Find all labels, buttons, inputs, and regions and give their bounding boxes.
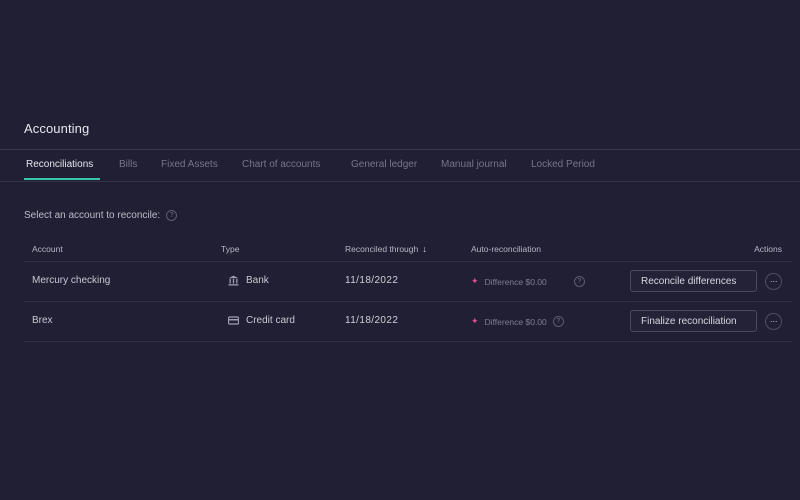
account-type: Bank — [228, 275, 269, 286]
account-name: Brex — [32, 315, 53, 326]
table-row: Brex Credit card 11/18/2022 ✦ Difference… — [24, 302, 792, 342]
accounts-table: Account Type Reconciled through ↓ Auto-r… — [24, 239, 792, 342]
tab-general-ledger[interactable]: General ledger — [351, 159, 417, 170]
tab-reconciliations[interactable]: Reconciliations — [26, 159, 93, 170]
auto-reconciliation-status: ✦ Difference $0.00 ? — [471, 276, 585, 287]
tab-bills[interactable]: Bills — [119, 159, 137, 170]
tab-bar: Reconciliations Bills Fixed Assets Chart… — [0, 150, 800, 182]
reconciled-date: 11/18/2022 — [345, 315, 399, 326]
help-icon[interactable]: ? — [552, 316, 564, 327]
reconcile-differences-button[interactable]: Reconcile differences — [630, 270, 757, 292]
auto-reconciliation-status: ✦ Difference $0.00 ? — [471, 316, 564, 327]
column-header-account: Account — [32, 244, 63, 254]
column-header-auto-reconciliation: Auto-reconciliation — [471, 244, 541, 254]
reconcile-prompt-text: Select an account to reconcile: — [24, 210, 161, 221]
more-options-button[interactable]: ··· — [765, 313, 782, 330]
table-header: Account Type Reconciled through ↓ Auto-r… — [24, 239, 792, 262]
sort-descending-icon: ↓ — [422, 244, 427, 254]
column-header-reconciled-label: Reconciled through — [345, 244, 419, 254]
sparkle-icon: ✦ — [471, 276, 479, 286]
tab-manual-journal[interactable]: Manual journal — [441, 159, 507, 170]
more-options-button[interactable]: ··· — [765, 273, 782, 290]
table-row: Mercury checking Bank 11/18/2022 ✦ Diffe… — [24, 262, 792, 302]
active-tab-underline — [24, 178, 100, 180]
help-icon[interactable]: ? — [573, 276, 585, 287]
column-header-actions: Actions — [754, 244, 782, 254]
credit-card-icon — [228, 315, 239, 326]
tab-fixed-assets[interactable]: Fixed Assets — [161, 159, 218, 170]
sparkle-icon: ✦ — [471, 316, 479, 326]
column-header-reconciled-through[interactable]: Reconciled through ↓ — [345, 244, 427, 254]
bank-icon — [228, 275, 239, 286]
difference-amount: Difference $0.00 — [484, 316, 547, 327]
reconcile-prompt: Select an account to reconcile: ? — [24, 210, 178, 221]
column-header-type: Type — [221, 244, 240, 254]
page-title: Accounting — [24, 121, 90, 136]
account-name: Mercury checking — [32, 275, 111, 286]
finalize-reconciliation-button[interactable]: Finalize reconciliation — [630, 310, 757, 332]
account-type: Credit card — [228, 315, 295, 326]
account-type-label: Bank — [246, 275, 269, 286]
tab-locked-period[interactable]: Locked Period — [531, 159, 595, 170]
tab-chart-of-accounts[interactable]: Chart of accounts — [242, 159, 320, 170]
account-type-label: Credit card — [246, 315, 295, 326]
difference-amount: Difference $0.00 — [484, 276, 547, 287]
reconciled-date: 11/18/2022 — [345, 275, 399, 286]
help-icon[interactable]: ? — [166, 210, 178, 221]
